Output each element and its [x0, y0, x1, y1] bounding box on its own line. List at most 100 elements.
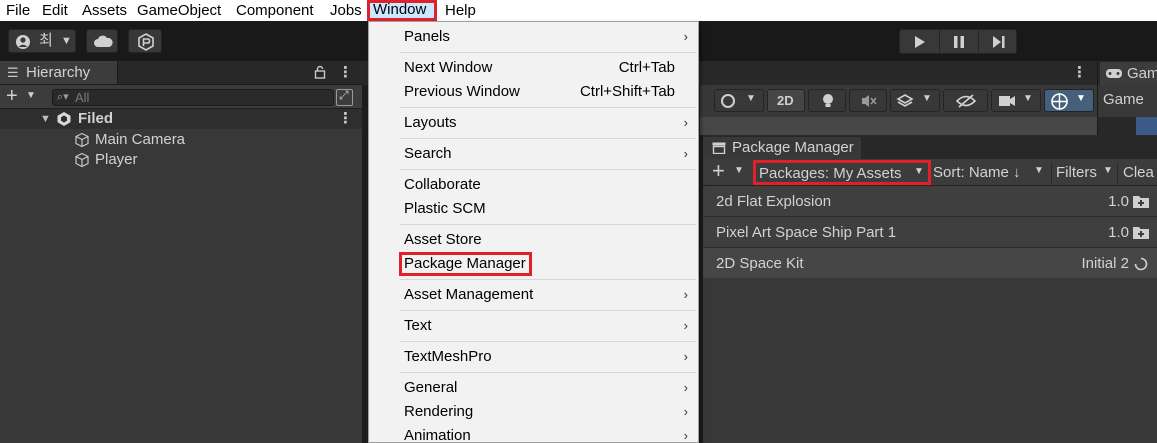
menu-jobs[interactable]: Jobs [329, 0, 363, 21]
submenu-arrow-icon: › [683, 29, 688, 44]
menu-item-shortcut: Ctrl+Tab [618, 59, 675, 76]
package-row[interactable]: 2D Space Kit Initial 2 [703, 248, 1157, 279]
scene-name: Filed [78, 110, 114, 127]
gizmo-globe-icon [1051, 93, 1068, 110]
menu-item-label: Rendering [404, 403, 474, 420]
submenu-arrow-icon: › [683, 349, 688, 364]
gizmos-dropdown[interactable]: ▼ [1044, 89, 1094, 112]
clear-filters-button[interactable]: Clea [1117, 162, 1157, 184]
chevron-down-icon[interactable]: ▼ [26, 90, 36, 101]
chevron-down-icon: ▼ [1103, 165, 1113, 176]
menu-item-rendering[interactable]: Rendering › [369, 400, 698, 424]
menu-item-previous-window[interactable]: Previous Window Ctrl+Shift+Tab [369, 80, 698, 104]
menu-item-textmeshpro[interactable]: TextMeshPro › [369, 345, 698, 369]
scene-more-icon[interactable]: ⋮ [338, 109, 353, 129]
step-button[interactable] [978, 30, 1017, 53]
effects-dropdown[interactable]: ▼ [890, 89, 940, 112]
hierarchy-tab-label: Hierarchy [26, 64, 91, 81]
expand-arrow-icon[interactable]: ▼ [40, 109, 51, 129]
scene-row[interactable]: ▼ Filed ⋮ [0, 109, 362, 129]
eye-hidden-icon [956, 94, 976, 108]
menu-item-label: Panels [404, 28, 450, 45]
sort-dropdown[interactable]: Sort: Name ↓ ▼ [931, 162, 1049, 184]
menu-divider [400, 169, 696, 170]
menu-item-label: Plastic SCM [404, 200, 486, 217]
hierarchy-panel: ☰ Hierarchy ⋮ + ▼ ⌕▾ All ⤢ ▼ Filed ⋮ Mai… [0, 61, 362, 443]
tab-package-manager[interactable]: Package Manager [703, 137, 861, 159]
hierarchy-tabbar: ☰ Hierarchy ⋮ [0, 61, 362, 85]
audio-toggle[interactable] [849, 89, 887, 112]
packages-scope-dropdown[interactable]: Packages: My Assets ▼ [753, 160, 931, 185]
menu-item-general[interactable]: General › [369, 376, 698, 400]
add-package-icon[interactable]: + [712, 159, 725, 183]
collab-button[interactable] [128, 29, 162, 53]
hierarchy-toolbar: + ▼ ⌕▾ All ⤢ [0, 85, 362, 109]
chevron-down-icon[interactable]: ▼ [734, 165, 744, 176]
menu-item-search[interactable]: Search › [369, 142, 698, 166]
chevron-down-icon: ▼ [922, 93, 932, 104]
loading-spinner-icon [1134, 257, 1148, 271]
menu-item-label: Asset Store [404, 231, 482, 248]
menu-item-package-manager[interactable]: Package Manager [369, 252, 698, 276]
menu-item-animation[interactable]: Animation › [369, 424, 698, 443]
tree-item-label: Player [95, 151, 138, 168]
package-list-empty-area [703, 278, 1157, 443]
menu-gameobject[interactable]: GameObject [136, 0, 222, 21]
plastic-icon [138, 33, 154, 51]
menu-item-collaborate[interactable]: Collaborate [369, 173, 698, 197]
package-row[interactable]: 2d Flat Explosion 1.0 [703, 186, 1157, 217]
more-options-icon[interactable]: ⋮ [338, 63, 353, 81]
game-display-dropdown[interactable]: Game [1103, 90, 1144, 110]
menu-assets[interactable]: Assets [81, 0, 128, 21]
add-icon[interactable]: + [6, 85, 18, 107]
camera-icon [999, 96, 1015, 106]
hierarchy-search-input[interactable]: ⌕▾ All [52, 89, 334, 106]
game-viewport[interactable] [1136, 117, 1157, 135]
list-icon: ☰ [7, 65, 19, 80]
menu-item-plastic-scm[interactable]: Plastic SCM [369, 197, 698, 221]
account-dropdown[interactable]: 최 ▼ [8, 29, 76, 53]
menu-divider [400, 310, 696, 311]
tab-hierarchy[interactable]: ☰ Hierarchy [0, 61, 118, 84]
menu-window[interactable]: Window [367, 0, 437, 21]
menu-item-asset-management[interactable]: Asset Management › [369, 283, 698, 307]
tree-item[interactable]: Main Camera [0, 130, 362, 150]
tab-game[interactable]: Gam [1100, 62, 1157, 85]
play-button[interactable] [900, 30, 939, 53]
search-filter-icon[interactable]: ⤢ [336, 88, 353, 106]
menu-item-next-window[interactable]: Next Window Ctrl+Tab [369, 56, 698, 80]
menu-help[interactable]: Help [444, 0, 477, 21]
camera-dropdown[interactable]: ▼ [991, 89, 1041, 112]
menu-divider [400, 224, 696, 225]
scene-more-options-icon[interactable]: ⋮ [1072, 63, 1087, 81]
menu-file[interactable]: File [5, 0, 31, 21]
2d-mode-toggle[interactable]: 2D [767, 89, 805, 112]
menu-bar: File Edit Assets GameObject Component Jo… [0, 0, 1157, 21]
menu-item-asset-store[interactable]: Asset Store [369, 228, 698, 252]
lighting-toggle[interactable] [808, 89, 846, 112]
search-icon: ⌕▾ [57, 91, 69, 103]
menu-item-text[interactable]: Text › [369, 314, 698, 338]
chevron-down-icon: ▼ [1034, 165, 1044, 176]
game-toolbar: Game [1098, 85, 1157, 117]
submenu-arrow-icon: › [683, 428, 688, 443]
tree-item[interactable]: Player [0, 150, 362, 170]
menu-component[interactable]: Component [235, 0, 315, 21]
highlight-box [399, 252, 532, 276]
package-row[interactable]: Pixel Art Space Ship Part 1 1.0 [703, 217, 1157, 248]
package-version: Initial 2 [1081, 255, 1129, 272]
menu-item-shortcut: Ctrl+Shift+Tab [579, 83, 675, 100]
menu-item-layouts[interactable]: Layouts › [369, 111, 698, 135]
menu-edit[interactable]: Edit [41, 0, 69, 21]
pause-button[interactable] [939, 30, 978, 53]
cloud-button[interactable] [86, 29, 118, 53]
menu-item-panels[interactable]: Panels › [369, 25, 698, 49]
draw-mode-dropdown[interactable]: ▼ [714, 89, 764, 112]
lock-icon[interactable] [314, 65, 326, 79]
chevron-down-icon: ▼ [914, 166, 924, 177]
scene-visibility-toggle[interactable] [943, 89, 988, 112]
shading-mode-icon [721, 94, 735, 108]
gameobject-cube-icon [75, 132, 89, 148]
filters-dropdown[interactable]: Filters ▼ [1051, 162, 1115, 184]
scene-viewport[interactable] [700, 117, 1097, 135]
